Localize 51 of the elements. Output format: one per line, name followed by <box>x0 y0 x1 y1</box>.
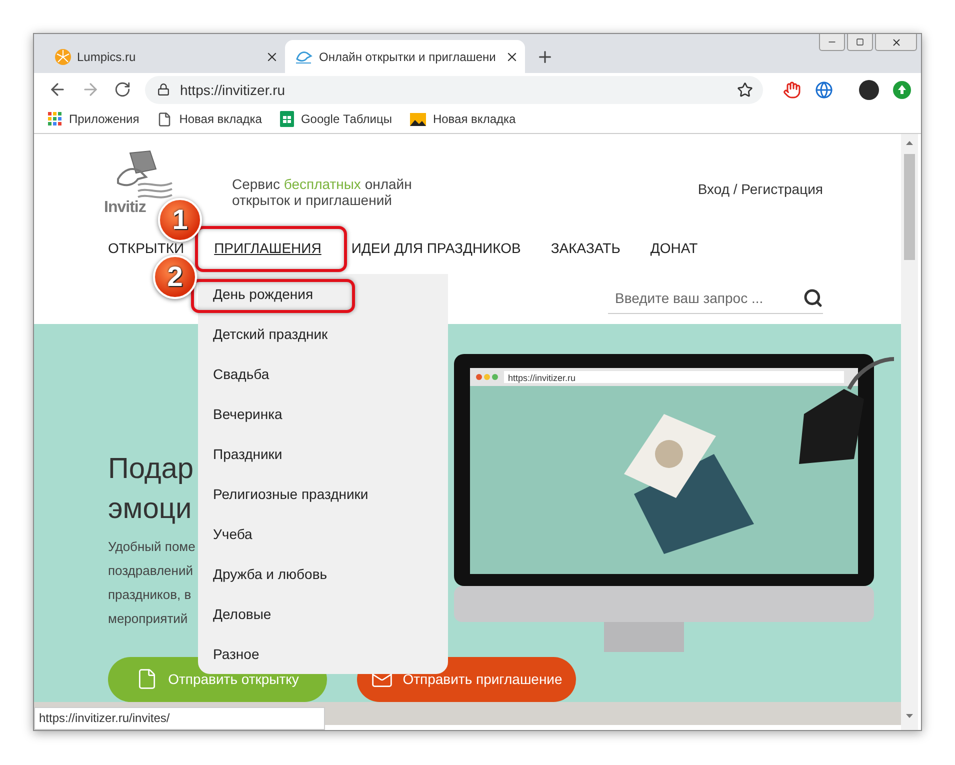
lock-icon <box>157 83 170 96</box>
step-number-badge: 2 <box>153 254 197 299</box>
menu-item[interactable]: Детский праздник <box>198 314 448 354</box>
spreadsheet-icon <box>280 111 294 128</box>
bookmark-star-icon[interactable] <box>737 82 753 98</box>
browser-tab[interactable]: Lumpics.ru <box>45 40 285 74</box>
globe-icon[interactable] <box>815 80 833 99</box>
nav-link[interactable]: ЗАКАЗАТЬ <box>550 240 620 256</box>
bookmark-item[interactable]: Новая вкладка <box>157 112 262 127</box>
user-avatar[interactable] <box>859 80 879 100</box>
nav-link[interactable]: ИДЕИ ДЛЯ ПРАЗДНИКОВ <box>351 240 521 256</box>
menu-item[interactable]: День рождения <box>198 274 448 314</box>
search-field[interactable]: Введите ваш запрос ... <box>613 289 797 308</box>
nav-link[interactable]: ОТКРЫТКИ <box>108 240 184 256</box>
logo-text: Invitiz <box>104 198 146 217</box>
address-url: https://invitizer.ru <box>180 82 286 98</box>
hero-text: Удобный поме поздравлений праздников, в мероприятий <box>108 538 196 628</box>
reload-icon[interactable] <box>114 81 131 98</box>
bookmark-item[interactable]: Приложения <box>48 112 140 126</box>
menu-item[interactable]: Праздники <box>198 434 448 474</box>
screen-url: https://invitizer.ru <box>508 372 576 383</box>
menu-item[interactable]: Свадьба <box>198 354 448 394</box>
menu-item[interactable]: Дружба и любовь <box>198 554 448 594</box>
status-bar-url: https://invitizer.ru/invites/ <box>34 706 325 730</box>
step-number-badge: 1 <box>158 198 202 242</box>
login-link[interactable]: Вход / Регистрация <box>698 180 823 197</box>
stop-hand-icon[interactable] <box>783 80 801 99</box>
tab-title: Онлайн открытки и приглашени <box>319 50 497 64</box>
maximize-button[interactable] <box>847 34 873 51</box>
menu-item[interactable]: Вечеринка <box>198 394 448 434</box>
nav-link[interactable]: ПРИГЛАШЕНИЯ <box>214 240 322 256</box>
maximize-icon <box>856 38 864 46</box>
apps-grid-icon <box>48 112 62 126</box>
browser-tab[interactable]: Онлайн открытки и приглашени <box>285 40 525 74</box>
picture-icon <box>410 112 426 126</box>
scrollbar[interactable] <box>901 134 918 730</box>
citrus-slice-icon <box>55 48 71 65</box>
address-bar[interactable]: https://invitizer.ru <box>145 76 763 104</box>
menu-item[interactable]: Деловые <box>198 594 448 634</box>
bookmark-item[interactable]: Новая вкладка <box>410 112 516 126</box>
close-icon <box>890 36 902 48</box>
document-icon <box>157 112 172 127</box>
tagline: Сервис бесплатных онлайн открыток и приглашений <box>232 176 413 208</box>
tab-title: Lumpics.ru <box>77 50 137 64</box>
hero-title: Подар эмоци <box>108 452 194 527</box>
nav-link[interactable]: ДОНАТ <box>650 240 698 256</box>
close-button[interactable] <box>875 34 917 51</box>
menu-item[interactable]: Учеба <box>198 514 448 554</box>
bookmark-item[interactable]: Google Таблицы <box>280 111 392 128</box>
search-icon[interactable] <box>803 288 823 308</box>
menu-item[interactable]: Религиозные праздники <box>198 474 448 514</box>
